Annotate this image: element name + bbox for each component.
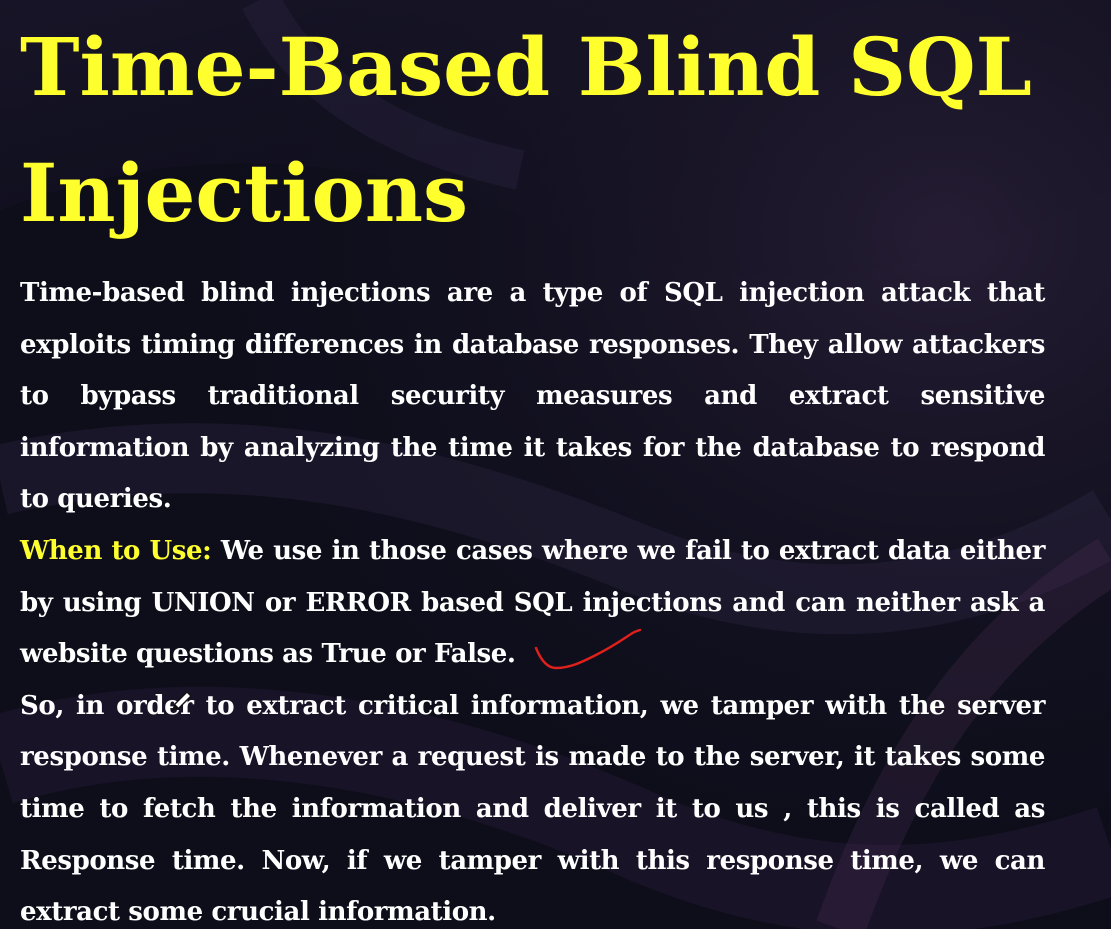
slide-body: Time-based blind injections are a type o…: [20, 268, 1045, 929]
red-check-scribble-icon: [534, 628, 642, 670]
when-to-use-label: When to Use:: [20, 535, 212, 566]
slide-title: Time-Based Blind SQL Injections: [20, 20, 1032, 240]
explanation-paragraph: So, in order to extract critical informa…: [20, 690, 1045, 928]
pencil-cursor-icon: [172, 691, 192, 711]
intro-paragraph: Time-based blind injections are a type o…: [20, 278, 1045, 515]
slide: Time-Based Blind SQL Injections Time-bas…: [0, 0, 1111, 929]
